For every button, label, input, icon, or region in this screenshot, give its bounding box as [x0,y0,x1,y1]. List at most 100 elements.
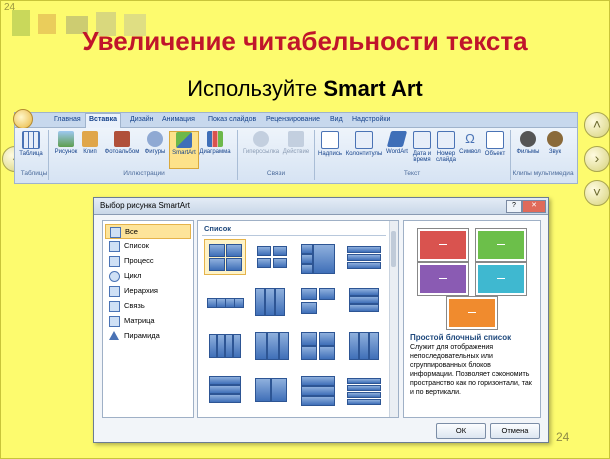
ok-button[interactable]: ОК [436,423,486,439]
movie-button[interactable]: Фильмы [515,131,541,155]
preview-pane: Простой блочный список Служит для отобра… [403,220,541,418]
layout-thumbnail[interactable] [342,371,384,407]
layout-thumbnail[interactable] [250,239,292,275]
layout-thumbnail[interactable] [204,283,246,319]
list-icon [109,241,120,252]
category-cycle[interactable]: Цикл [105,269,189,282]
textbox-button[interactable]: Надпись [317,131,343,157]
sound-button[interactable]: Звук [543,131,567,155]
group-label-media: Клипы мультимедиа [512,170,574,177]
action-button[interactable]: Действие [281,131,311,155]
tab-review[interactable]: Рецензирование [263,114,323,126]
layout-thumbnail[interactable] [296,283,338,319]
layout-thumbnail[interactable] [296,239,338,275]
preview-box [447,297,497,329]
scroll-thumb[interactable] [391,231,396,267]
smartart-dialog: Выбор рисунка SmartArt ? ✕ Все Список Пр… [93,197,549,443]
nav-next-icon[interactable]: › [584,146,610,172]
thumbnail-shape [275,288,285,316]
ribbon-body: Таблица Рисунок Клип Фотоальбом Фигуры S… [15,128,577,183]
slide-number-button[interactable]: Номер слайда [435,131,457,163]
hyperlink-button[interactable]: Гиперссылка [241,131,281,155]
tab-slideshow[interactable]: Показ слайдов [205,114,259,126]
thumbnail-shape [217,334,225,358]
thumbnail-shape [209,394,241,403]
pyramid-icon [109,331,119,340]
help-icon[interactable]: ? [506,200,522,213]
layout-thumbnail[interactable] [296,327,338,363]
tab-insert[interactable]: Вставка [85,113,121,128]
thumbnail-shape [319,332,335,346]
category-all[interactable]: Все [105,224,191,239]
photo-album-button[interactable]: Фотоальбом [103,131,141,155]
date-time-button[interactable]: Дата и время [411,131,433,163]
thumbnail-shape [255,288,265,316]
thumbnail-shape [301,376,335,386]
sound-icon [547,131,563,147]
group-label-links: Связи [266,170,286,177]
ribbon: Главная Вставка Дизайн Анимация Показ сл… [13,109,578,184]
nav-down-icon[interactable]: ˅ [584,180,610,206]
thumbnail-shape [257,258,271,268]
layout-thumbnail[interactable] [204,327,246,363]
close-icon[interactable]: ✕ [522,200,546,213]
thumbnail-shape [349,332,359,360]
layout-thumbnail[interactable] [250,327,292,363]
hierarchy-icon [109,286,120,297]
nav-up-icon[interactable]: ˄ [584,112,610,138]
symbol-button[interactable]: Ω Символ [459,131,481,155]
tab-view[interactable]: Вид [327,114,346,126]
layout-thumbnail[interactable] [204,371,246,407]
office-button-icon[interactable] [13,109,33,129]
thumbnail-shape [313,244,335,274]
movie-icon [520,131,536,147]
thumbnail-shape [347,385,381,391]
category-matrix[interactable]: Матрица [105,314,189,327]
thumbnail-shape [301,332,317,346]
category-relationship[interactable]: Связь [105,299,189,312]
thumbnail-shape [349,304,379,312]
category-list-item[interactable]: Список [105,239,189,252]
tab-addins[interactable]: Надстройки [349,114,393,126]
thumbnail-shape [257,246,271,256]
group-label-text: Текст [403,170,421,177]
tab-animation[interactable]: Анимация [159,114,198,126]
layout-thumbnail[interactable] [250,371,292,407]
preview-description: Служит для отображения непоследовательны… [410,344,532,396]
ribbon-tab-bar: Главная Вставка Дизайн Анимация Показ сл… [13,109,577,129]
layout-thumbnail[interactable] [250,283,292,319]
picture-button[interactable]: Рисунок [53,131,79,155]
cancel-button[interactable]: Отмена [490,423,540,439]
layout-thumbnail[interactable] [342,327,384,363]
category-pyramid[interactable]: Пирамида [105,329,189,342]
clip-button[interactable]: Клип [81,131,99,155]
dialog-title: Выбор рисунка SmartArt [100,201,191,210]
layout-thumbnail[interactable] [342,283,384,319]
thumbnail-shape [234,298,244,308]
wordart-button[interactable]: WordArt [385,131,409,155]
tab-design[interactable]: Дизайн [127,114,157,126]
smartart-button[interactable]: SmartArt [169,131,199,169]
tab-home[interactable]: Главная [51,114,84,126]
layout-thumbnail[interactable] [204,239,246,275]
category-hierarchy[interactable]: Иерархия [105,284,189,297]
chart-icon [207,131,223,147]
thumbnail-shape [226,258,242,271]
thumbnail-shape [349,288,379,296]
table-button[interactable]: Таблица [17,131,45,157]
grid-scrollbar[interactable] [389,221,398,417]
thumbnail-shape [319,288,335,300]
group-label-tables: Таблицы [20,170,48,177]
thumbnail-shape [226,244,242,257]
header-footer-button[interactable]: Колонтитулы [345,131,383,157]
chart-button[interactable]: Диаграмма [199,131,231,155]
hyperlink-icon [253,131,269,147]
category-process[interactable]: Процесс [105,254,189,267]
shapes-button[interactable]: Фигуры [143,131,167,155]
thumbnail-shape [359,332,369,360]
layout-thumbnail[interactable] [296,371,338,407]
object-button[interactable]: Объект [483,131,507,157]
category-list: Все Список Процесс Цикл Иерархия Связь М… [102,220,194,418]
thumbnail-shape [255,332,267,360]
layout-thumbnail[interactable] [342,239,384,275]
